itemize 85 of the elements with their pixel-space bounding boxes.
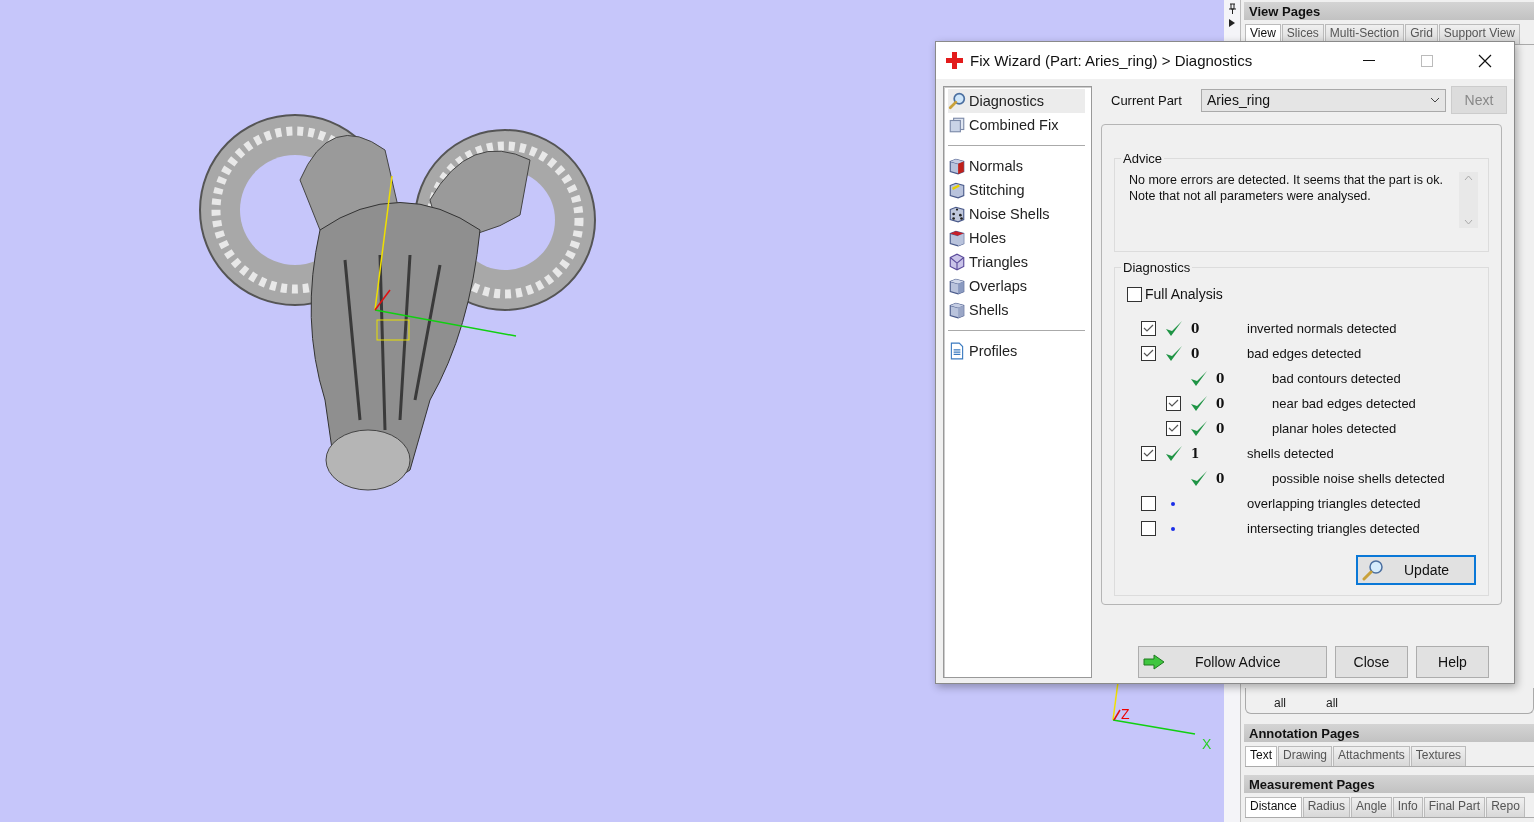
update-button[interactable]: Update: [1356, 555, 1476, 585]
count-text: 1: [1191, 446, 1200, 461]
section-header: Measurement Pages: [1244, 775, 1534, 793]
magnifier-icon: [948, 92, 966, 110]
tab[interactable]: Final Part: [1423, 797, 1486, 817]
count-text: 0: [1216, 471, 1225, 486]
section-header: View Pages: [1244, 2, 1534, 20]
checkbox[interactable]: [1166, 396, 1181, 411]
sidebar-item[interactable]: Diagnostics: [948, 89, 1085, 113]
sidebar-item[interactable]: Shells: [948, 298, 1085, 322]
arrow-icon: [1143, 654, 1165, 670]
toolbar-label: all: [1326, 696, 1339, 710]
tab[interactable]: Angle: [1351, 797, 1392, 817]
tab[interactable]: Support View: [1438, 24, 1520, 44]
dice-icon: [948, 205, 966, 223]
checkbox[interactable]: [1141, 346, 1156, 361]
sidebar-item[interactable]: Overlaps: [948, 274, 1085, 298]
diagnostic-label: near bad edges detected: [1272, 396, 1416, 411]
checkbox[interactable]: [1127, 286, 1142, 302]
axis-label: Z: [1121, 706, 1130, 722]
count-text: 0: [1191, 321, 1200, 336]
pin-icon[interactable]: [1227, 3, 1237, 15]
tab[interactable]: Distance: [1245, 797, 1302, 817]
checkbox[interactable]: [1141, 521, 1156, 536]
window-title: Fix Wizard (Part: Aries_ring) > Diagnostics: [970, 52, 1254, 69]
diagnostic-label: bad contours detected: [1272, 371, 1401, 386]
sidebar-item[interactable]: Profiles: [948, 339, 1085, 363]
diagnostic-label: intersecting triangles detected: [1247, 521, 1420, 536]
cube-icon: [948, 157, 966, 175]
field-label: Current Part: [1111, 92, 1183, 108]
sidebar-item[interactable]: Noise Shells: [948, 202, 1085, 226]
cube-icon: [948, 229, 966, 247]
count-text: 0: [1216, 396, 1225, 411]
tab[interactable]: Text: [1245, 746, 1277, 766]
close-button[interactable]: Close: [1335, 646, 1408, 678]
tab[interactable]: Radius: [1302, 797, 1351, 817]
diagnostic-label: inverted normals detected: [1247, 321, 1397, 336]
checkbox-label: Full Analysis: [1145, 286, 1223, 302]
help-button[interactable]: Help: [1416, 646, 1489, 678]
diagnostic-label: planar holes detected: [1272, 421, 1397, 436]
follow-advice-button[interactable]: Follow Advice: [1138, 646, 1327, 678]
section-header: Annotation Pages: [1244, 724, 1534, 742]
advice-text: No more errors are detected. It seems that the part is ok. Note that not all parameters were analysed.: [1129, 172, 1445, 205]
toolbar-label: all: [1274, 696, 1286, 710]
cube-icon: [948, 277, 966, 295]
magnifier-icon: [1362, 559, 1384, 581]
diagnostic-label: overlapping triangles detected: [1247, 496, 1421, 511]
count-text: 0: [1216, 371, 1225, 386]
tab[interactable]: View: [1245, 24, 1281, 44]
cube-icon: [948, 181, 966, 199]
part-dropdown[interactable]: Aries_ring: [1201, 88, 1446, 112]
close-icon[interactable]: [1478, 53, 1492, 68]
sidebar-item[interactable]: Triangles: [948, 250, 1085, 274]
group-title: Advice: [1122, 151, 1164, 166]
chevron-icon: [1430, 97, 1440, 103]
tab[interactable]: Info: [1392, 797, 1423, 817]
minimize-icon[interactable]: [1363, 59, 1375, 62]
sheets-icon: [948, 116, 966, 134]
tab[interactable]: Textures: [1410, 746, 1467, 766]
diagnostic-label: possible noise shells detected: [1272, 471, 1445, 486]
cross-icon: [946, 52, 963, 69]
sidebar-item[interactable]: Combined Fix: [948, 113, 1085, 137]
diagnostic-label: shells detected: [1247, 446, 1334, 461]
tab[interactable]: Repo: [1486, 797, 1525, 817]
checkbox[interactable]: [1166, 421, 1181, 436]
triangle-mesh-icon: [948, 253, 966, 271]
tab[interactable]: Multi-Section: [1324, 24, 1405, 44]
checkbox[interactable]: [1141, 496, 1156, 511]
document-icon: [948, 342, 966, 360]
count-text: 0: [1216, 421, 1225, 436]
tab[interactable]: Attachments: [1333, 746, 1410, 766]
checkbox[interactable]: [1141, 321, 1156, 336]
group-title: Diagnostics: [1122, 260, 1192, 275]
sidebar-item[interactable]: Stitching: [948, 178, 1085, 202]
arrow-icon[interactable]: [1228, 18, 1236, 28]
tab[interactable]: Slices: [1281, 24, 1324, 44]
sidebar-item[interactable]: Normals: [948, 154, 1085, 178]
checkbox[interactable]: [1141, 446, 1156, 461]
diagnostic-label: bad edges detected: [1247, 346, 1362, 361]
cube-icon: [948, 301, 966, 319]
sidebar-item[interactable]: Holes: [948, 226, 1085, 250]
tab[interactable]: Grid: [1405, 24, 1438, 44]
tab[interactable]: Drawing: [1278, 746, 1333, 766]
axis-label: X: [1202, 736, 1212, 752]
count-text: 0: [1191, 346, 1200, 361]
